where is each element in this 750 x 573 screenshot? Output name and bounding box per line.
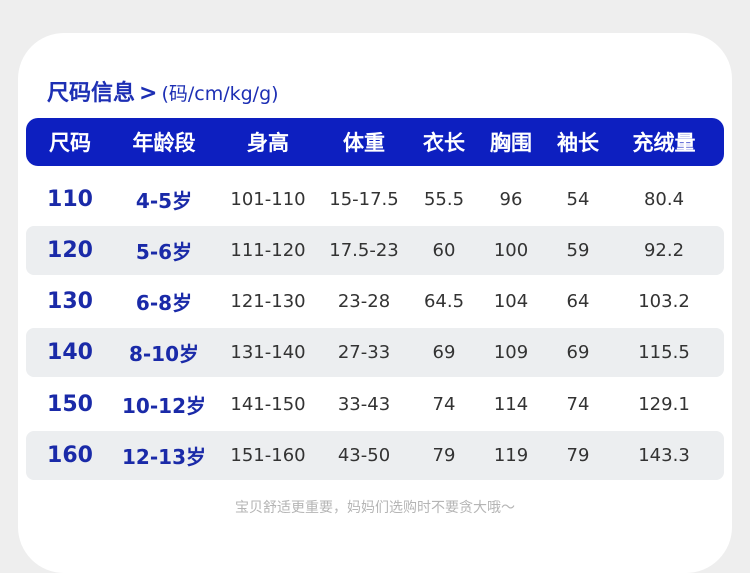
header-size: 尺码 bbox=[49, 131, 91, 155]
header-chest: 胸围 bbox=[490, 131, 532, 155]
header-length: 衣长 bbox=[423, 131, 465, 155]
header-height: 身高 bbox=[247, 131, 289, 155]
cell-sleeve: 54 bbox=[566, 189, 590, 210]
cell-chest: 119 bbox=[493, 445, 529, 466]
cell-sleeve: 74 bbox=[566, 394, 590, 415]
cell-chest: 100 bbox=[493, 240, 529, 261]
cell-height: 111-120 bbox=[230, 240, 306, 261]
cell-weight: 15-17.5 bbox=[329, 189, 399, 210]
cell-fill: 129.1 bbox=[638, 394, 690, 415]
cell-fill: 143.3 bbox=[638, 445, 690, 466]
cell-chest: 114 bbox=[493, 394, 529, 415]
cell-length: 74 bbox=[432, 394, 456, 415]
cell-length: 55.5 bbox=[423, 189, 465, 210]
cell-fill: 103.2 bbox=[638, 291, 690, 312]
cell-weight: 23-28 bbox=[337, 291, 391, 312]
heading-arrow: > bbox=[139, 81, 158, 106]
cell-fill: 80.4 bbox=[643, 189, 685, 210]
cell-length: 69 bbox=[432, 342, 456, 363]
cell-sleeve: 59 bbox=[566, 240, 590, 261]
cell-size: 110 bbox=[47, 187, 93, 212]
cell-height: 131-140 bbox=[230, 342, 306, 363]
cell-height: 151-160 bbox=[230, 445, 306, 466]
table-row: 120 5-6岁 111-120 17.5-23 60 100 59 92.2 bbox=[26, 226, 724, 275]
table-row: 150 10-12岁 141-150 33-43 74 114 74 129.1 bbox=[26, 380, 724, 429]
cell-weight: 43-50 bbox=[337, 445, 391, 466]
cell-age: 4-5岁 bbox=[135, 189, 193, 213]
cell-length: 60 bbox=[432, 240, 456, 261]
cell-fill: 115.5 bbox=[638, 342, 690, 363]
cell-height: 141-150 bbox=[230, 394, 306, 415]
cell-age: 5-6岁 bbox=[135, 240, 193, 264]
table-row: 110 4-5岁 101-110 15-17.5 55.5 96 54 80.4 bbox=[26, 175, 724, 224]
header-weight: 体重 bbox=[343, 131, 385, 155]
cell-age: 8-10岁 bbox=[128, 342, 200, 366]
header-age: 年龄段 bbox=[132, 131, 196, 155]
cell-size: 140 bbox=[47, 340, 93, 365]
cell-size: 160 bbox=[47, 443, 93, 468]
header-fill: 充绒量 bbox=[632, 131, 696, 155]
size-info-heading: 尺码信息 > (码/cm/kg/g) bbox=[47, 75, 279, 107]
cell-age: 10-12岁 bbox=[122, 394, 206, 418]
cell-age: 12-13岁 bbox=[122, 445, 206, 469]
cell-chest: 109 bbox=[493, 342, 529, 363]
cell-length: 79 bbox=[432, 445, 456, 466]
cell-size: 120 bbox=[47, 238, 93, 263]
cell-weight: 17.5-23 bbox=[329, 240, 399, 261]
cell-height: 101-110 bbox=[230, 189, 306, 210]
footnote: 宝贝舒适更重要，妈妈们选购时不要贪大哦～ bbox=[235, 500, 515, 516]
cell-sleeve: 69 bbox=[566, 342, 590, 363]
cell-fill: 92.2 bbox=[643, 240, 685, 261]
cell-age: 6-8岁 bbox=[135, 291, 193, 315]
table-row: 140 8-10岁 131-140 27-33 69 109 69 115.5 bbox=[26, 328, 724, 377]
cell-size: 130 bbox=[47, 289, 93, 314]
cell-chest: 104 bbox=[493, 291, 529, 312]
cell-sleeve: 79 bbox=[566, 445, 590, 466]
heading-units: (码/cm/kg/g) bbox=[161, 83, 279, 105]
heading-title: 尺码信息 bbox=[47, 81, 136, 106]
table-row: 130 6-8岁 121-130 23-28 64.5 104 64 103.2 bbox=[26, 277, 724, 326]
header-sleeve: 袖长 bbox=[557, 131, 599, 155]
cell-weight: 27-33 bbox=[337, 342, 391, 363]
cell-length: 64.5 bbox=[423, 291, 465, 312]
cell-weight: 33-43 bbox=[337, 394, 391, 415]
cell-size: 150 bbox=[47, 392, 93, 417]
table-header: 尺码 年龄段 身高 体重 衣长 胸围 袖长 充绒量 bbox=[26, 118, 724, 166]
cell-height: 121-130 bbox=[230, 291, 306, 312]
cell-sleeve: 64 bbox=[566, 291, 590, 312]
cell-chest: 96 bbox=[499, 189, 523, 210]
table-row: 160 12-13岁 151-160 43-50 79 119 79 143.3 bbox=[26, 431, 724, 480]
